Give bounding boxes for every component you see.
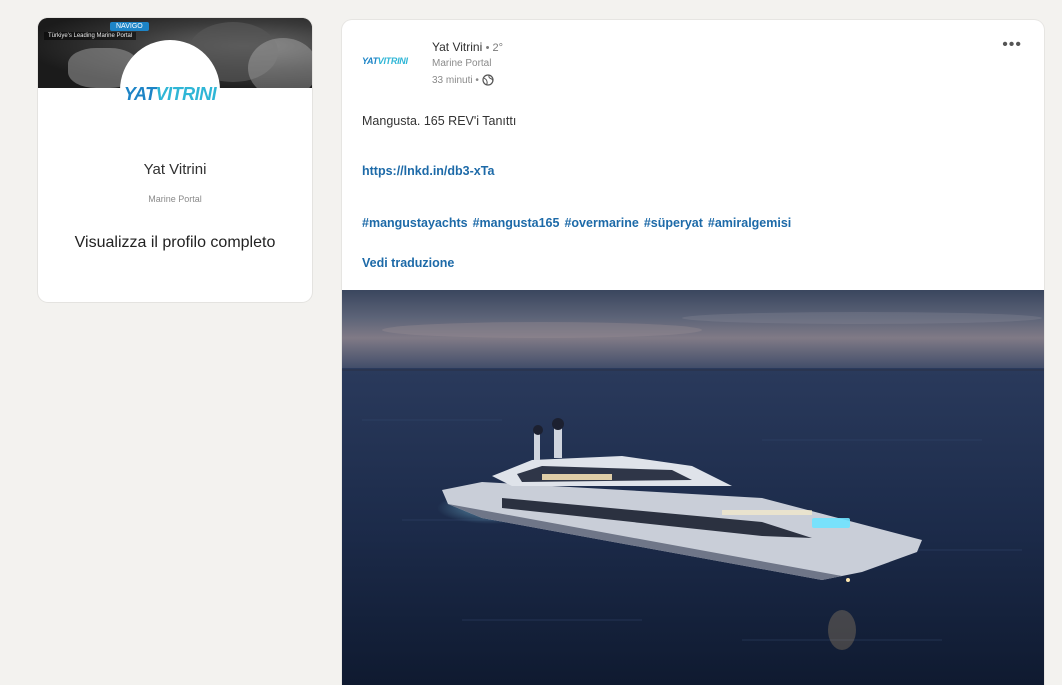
hashtag-link[interactable]: #mangusta165	[473, 216, 560, 230]
hashtag-link[interactable]: #overmarine	[564, 216, 638, 230]
profile-avatar[interactable]: YATVITRINI	[120, 40, 220, 140]
hashtag-link[interactable]: #mangustayachts	[362, 216, 468, 230]
luxury-yacht-at-dusk-image[interactable]	[342, 290, 1044, 685]
post-link[interactable]: https://lnkd.in/db3-xTa	[362, 164, 494, 178]
author-avatar-logo[interactable]: YATVITRINI	[362, 56, 408, 66]
globe-icon	[482, 74, 494, 86]
more-options-icon[interactable]: •••	[1002, 36, 1022, 54]
profile-card: NAVIGO Türkiye's Leading Marine Portal Y…	[38, 18, 312, 302]
hashtag-link[interactable]: #süperyat	[644, 216, 703, 230]
feed-post-card: YATVITRINI Yat Vitrini • 2° Marine Porta…	[342, 20, 1044, 685]
cover-tagline: Türkiye's Leading Marine Portal	[44, 32, 137, 40]
hashtag-list: #mangustayachts #mangusta165 #overmarine…	[362, 216, 791, 230]
yat-vitrini-logo: YATVITRINI	[123, 83, 217, 104]
view-full-profile-link[interactable]: Visualizza il profilo completo	[38, 228, 312, 258]
author-subtitle: Marine Portal	[432, 58, 492, 69]
profile-name[interactable]: Yat Vitrini	[38, 161, 312, 178]
hashtag-link[interactable]: #amiralgemisi	[708, 216, 791, 230]
see-translation-button[interactable]: Vedi traduzione	[362, 256, 454, 270]
cover-badge: NAVIGO	[110, 22, 149, 31]
connection-degree: • 2°	[485, 42, 504, 54]
author-name-text[interactable]: Yat Vitrini	[432, 40, 482, 54]
profile-subtitle: Marine Portal	[148, 194, 202, 204]
post-timestamp: 33 minuti •	[432, 74, 494, 86]
post-text: Mangusta. 165 REV'i Tanıttı	[362, 114, 517, 128]
post-time-text: 33 minuti •	[432, 74, 479, 86]
author-name[interactable]: Yat Vitrini • 2°	[432, 40, 503, 54]
